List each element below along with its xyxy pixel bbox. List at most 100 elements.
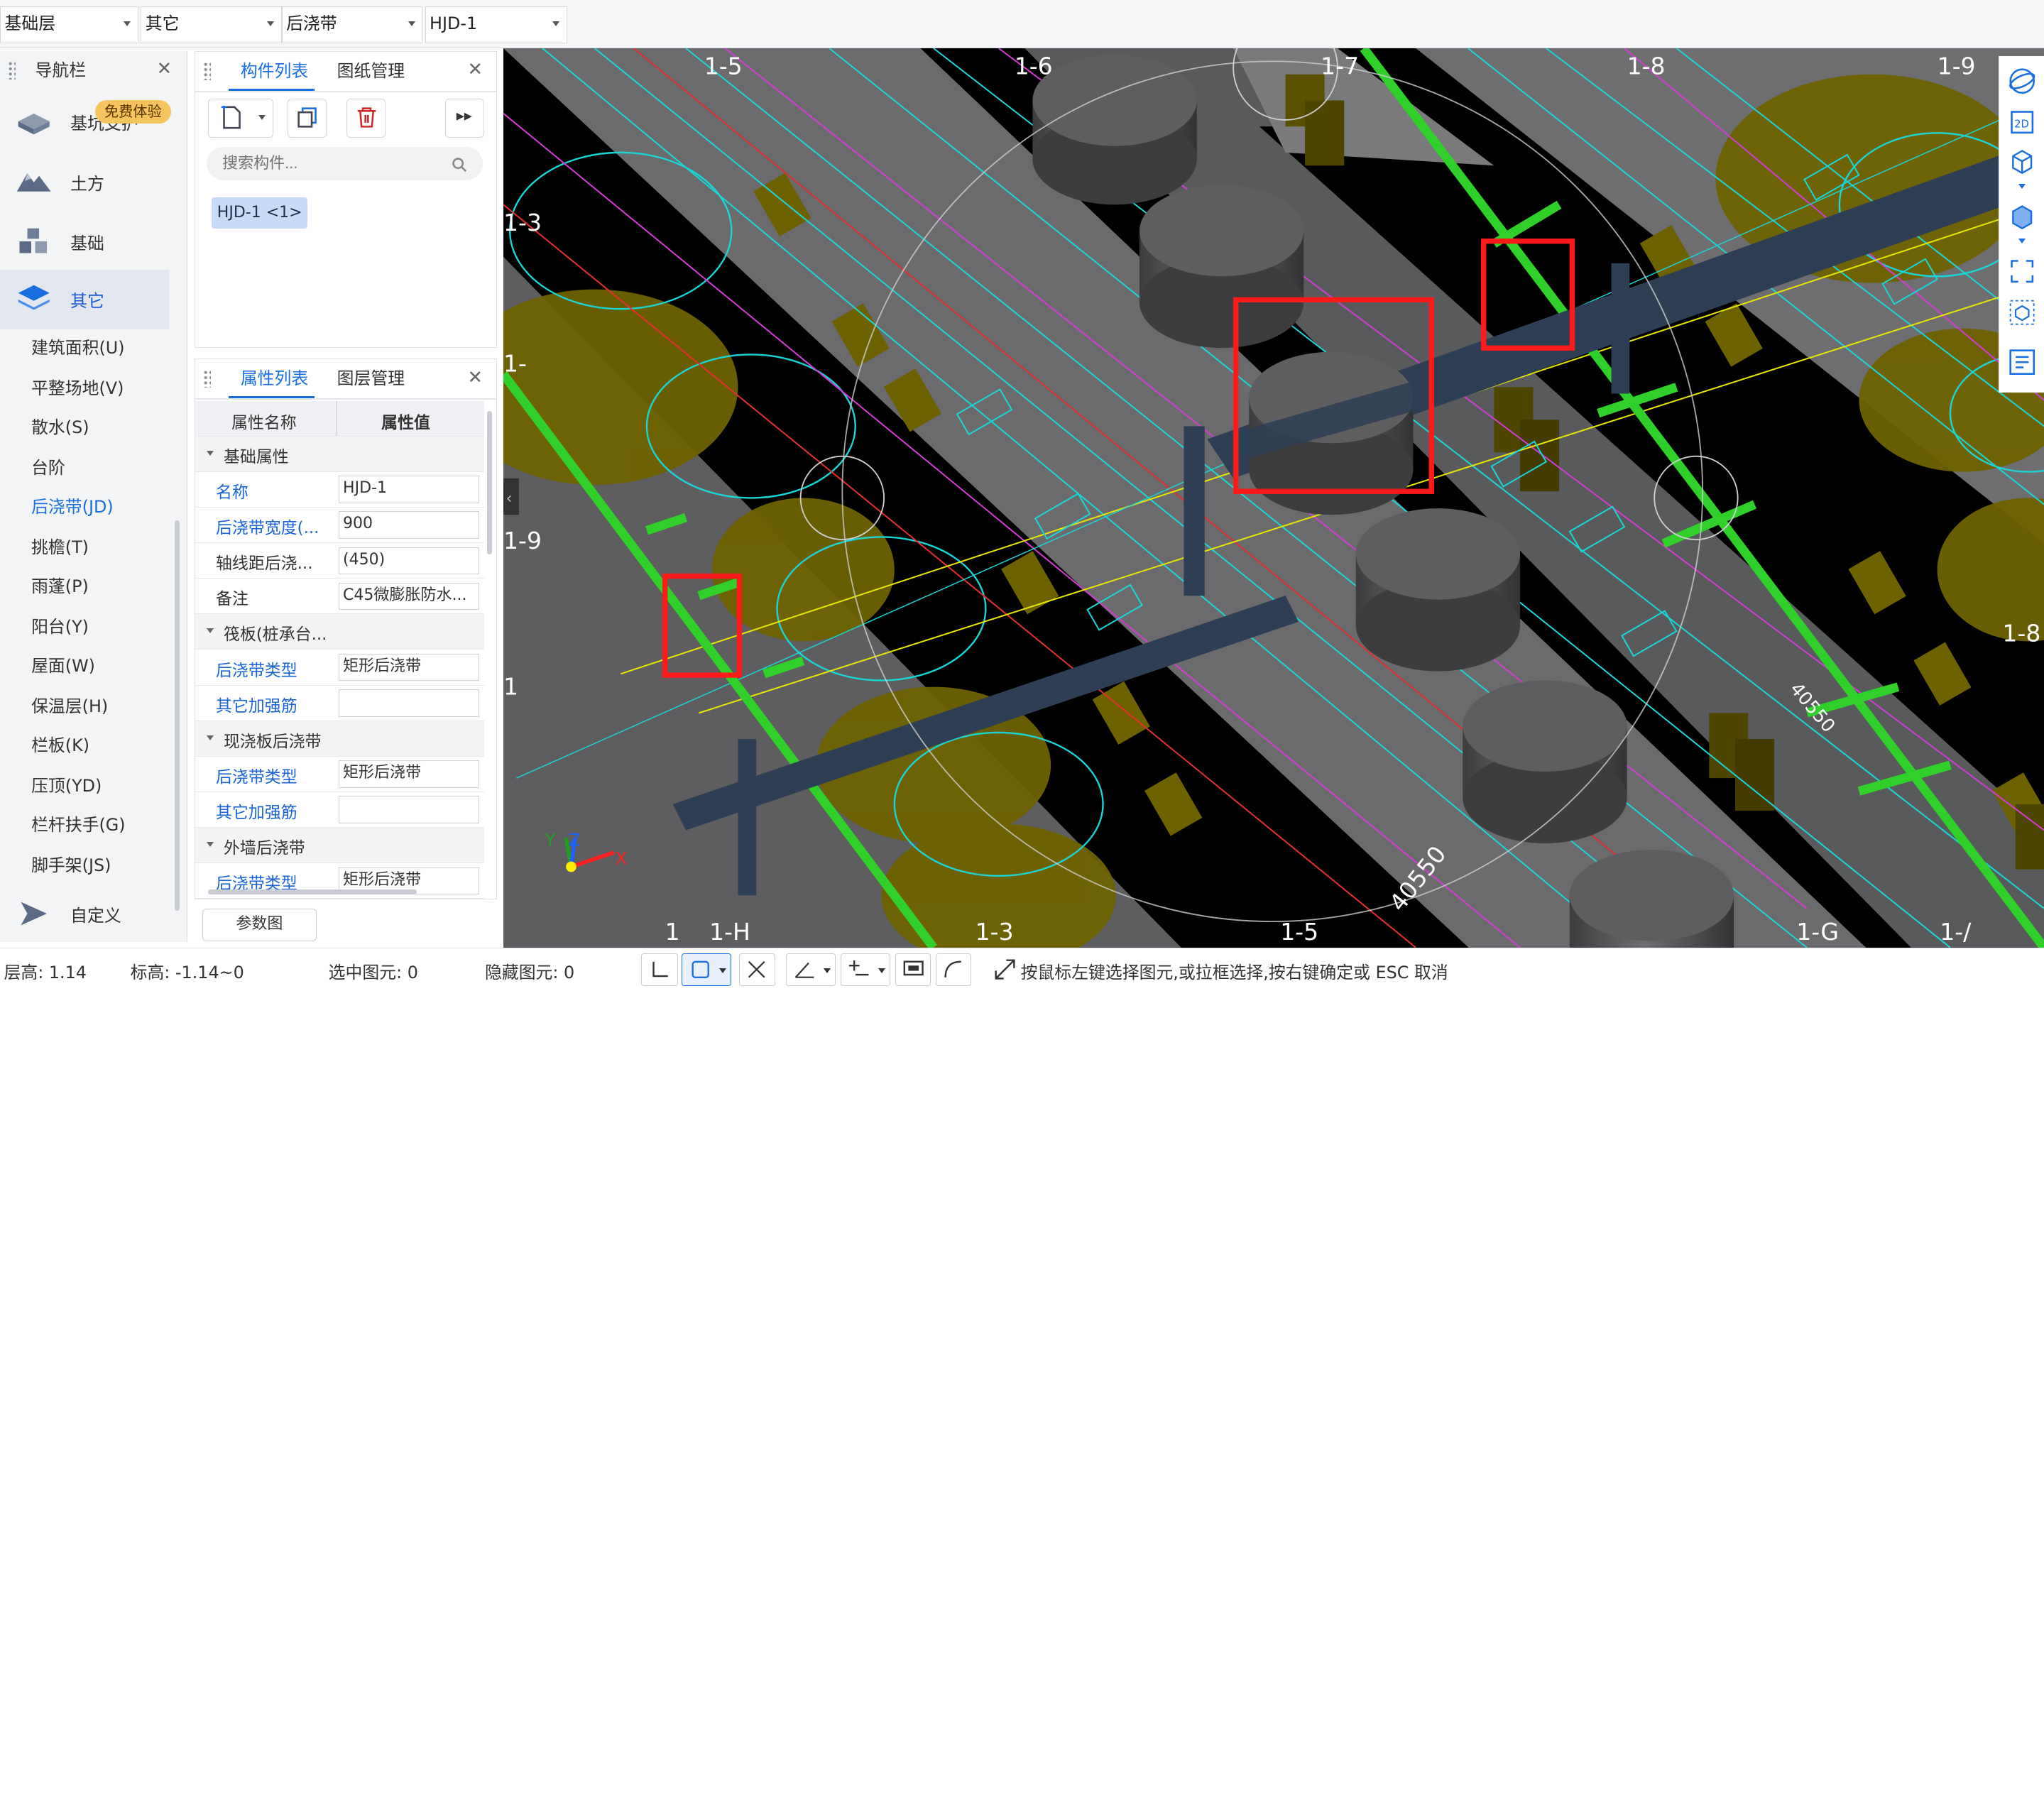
axis-label-top: 1-5 [704,53,742,80]
property-value-field[interactable]: (450) [338,547,479,575]
elevation-status: 标高: -1.14~0 [130,963,244,983]
copy-component-button[interactable] [287,98,327,138]
double-chevron-right-icon: ▸▸ [456,106,472,125]
chevron-down-icon [823,968,831,973]
cross-select-button[interactable] [739,953,776,986]
property-value-field[interactable] [338,689,479,717]
property-value-field[interactable] [338,796,479,823]
nav-item-balcony[interactable]: 阳台(Y) [31,613,89,641]
property-group-row[interactable]: 基础属性 [195,436,485,472]
orthogonal-toggle-button[interactable] [641,953,678,986]
nav-category-label: 自定义 [70,906,121,926]
insert-point-button[interactable] [841,953,890,986]
category-select[interactable]: 其它 [141,6,282,43]
nav-item-site-leveling[interactable]: 平整场地(V) [31,374,124,403]
add-point-icon [849,960,869,976]
property-group-label: 现浇板后浇带 [223,732,322,751]
collapse-triangle-icon[interactable] [207,735,214,740]
search-icon[interactable] [452,157,467,173]
nav-scrollbar[interactable] [175,520,180,911]
nav-item-post-pour-strip[interactable]: 后浇带(JD) [31,493,114,521]
layer-list-icon[interactable] [2008,348,2036,376]
property-row: 名称 HJD-1 [195,472,485,508]
chevron-down-icon[interactable] [2018,183,2026,189]
property-value-field[interactable]: C45微膨胀防水... [338,582,479,610]
nav-category-other[interactable]: 其它 [0,270,170,330]
free-trial-badge[interactable]: 免费体验 [95,100,171,124]
column-header-name: 属性名称 [231,413,297,432]
property-hscrollbar[interactable] [207,889,417,895]
2d-view-icon[interactable]: 2D [2008,108,2036,136]
angle-snap-button[interactable] [786,953,836,986]
angle-icon [795,963,814,979]
nav-item-steps[interactable]: 台阶 [31,454,65,482]
nav-item-scaffold[interactable]: 脚手架(JS) [31,851,111,880]
chevron-down-icon[interactable] [2018,238,2026,243]
property-row: 其它加强筋 [195,792,485,828]
tab-component-list[interactable]: 构件列表 [229,52,315,91]
collapse-triangle-icon[interactable] [207,450,214,456]
column-header-value: 属性值 [381,413,430,432]
type-select[interactable]: 后浇带 [281,6,422,43]
property-group-row[interactable]: 现浇板后浇带 [195,721,485,757]
more-actions-button[interactable]: ▸▸ [445,98,485,138]
globe-icon[interactable] [2008,67,2036,95]
component-select[interactable]: HJD-1 [425,6,567,43]
model-view-canvas[interactable]: 1-5 1-6 1-7 1-8 1-9 1 1-H 1-3 1-5 1-G 1-… [503,48,2044,948]
nav-item-insulation[interactable]: 保温层(H) [31,692,108,721]
arc-tool-button[interactable] [936,953,971,986]
close-icon[interactable]: ✕ [467,60,483,79]
foundation-icon [19,228,48,253]
property-group-row[interactable]: 外墙后浇带 [195,827,485,864]
nav-category-foundation[interactable]: 基础 [0,212,170,270]
tab-property-list[interactable]: 属性列表 [229,359,315,398]
component-search-input[interactable] [207,146,483,181]
nav-item-coping[interactable]: 压顶(YD) [31,772,102,800]
gizmo-x-label: X [616,848,627,868]
parameter-diagram-button[interactable]: 参数图 [202,908,317,941]
tab-layer-management[interactable]: 图层管理 [337,359,405,398]
delete-component-button[interactable] [346,98,386,138]
property-row: 其它加强筋 [195,686,485,721]
nav-category-label: 土方 [70,173,104,194]
cube-solid-icon[interactable] [2008,202,2036,231]
collapse-triangle-icon[interactable] [207,628,214,634]
close-icon[interactable]: ✕ [467,368,483,387]
component-select-value: HJD-1 [430,13,478,34]
display-mode-button[interactable] [895,953,931,986]
nav-category-earthwork[interactable]: 土方 [0,153,170,210]
nav-category-custom[interactable]: 自定义 [0,885,170,943]
fullscreen-icon[interactable] [2008,257,2036,285]
property-value-field[interactable]: HJD-1 [338,476,479,503]
snap-mode-button[interactable] [682,953,731,986]
chevron-left-icon[interactable]: ‹ [505,490,512,508]
drag-handle-icon[interactable] [202,369,211,388]
nav-item-canopy[interactable]: 雨蓬(P) [31,572,89,601]
nav-item-roof[interactable]: 屋面(W) [31,652,95,680]
property-value-field[interactable]: 矩形后浇带 [338,760,479,788]
drag-handle-icon[interactable] [202,62,211,80]
nav-item-building-area[interactable]: 建筑面积(U) [31,334,125,362]
drag-handle-icon[interactable] [8,61,16,80]
component-list-item[interactable]: HJD-1 <1> [212,197,307,229]
property-group-label: 筏板(桩承台... [223,625,327,645]
property-value-field[interactable]: 900 [338,511,479,540]
layers-icon [18,285,50,310]
property-scrollbar[interactable] [486,411,492,555]
collapse-triangle-icon[interactable] [207,842,214,847]
nav-item-eave[interactable]: 挑檐(T) [31,533,89,562]
property-value-field[interactable]: 矩形后浇带 [338,653,479,681]
new-component-button[interactable] [207,98,273,138]
property-row: 备注 C45微膨胀防水... [195,579,485,615]
close-icon[interactable]: ✕ [156,60,173,78]
property-name: 后浇带类型 [215,767,297,787]
box-select-icon[interactable] [2008,298,2036,327]
nav-item-apron[interactable]: 散水(S) [31,413,89,442]
nav-item-parapet[interactable]: 栏板(K) [31,731,89,760]
floor-select[interactable]: 基础层 [0,6,138,43]
cube-icon[interactable] [2008,147,2036,175]
3d-viewport[interactable]: 1-5 1-6 1-7 1-8 1-9 1 1-H 1-3 1-5 1-G 1-… [503,48,2044,948]
tab-drawing-management[interactable]: 图纸管理 [337,52,405,91]
property-group-row[interactable]: 筏板(桩承台... [195,614,485,650]
nav-item-railing[interactable]: 栏杆扶手(G) [31,811,126,839]
